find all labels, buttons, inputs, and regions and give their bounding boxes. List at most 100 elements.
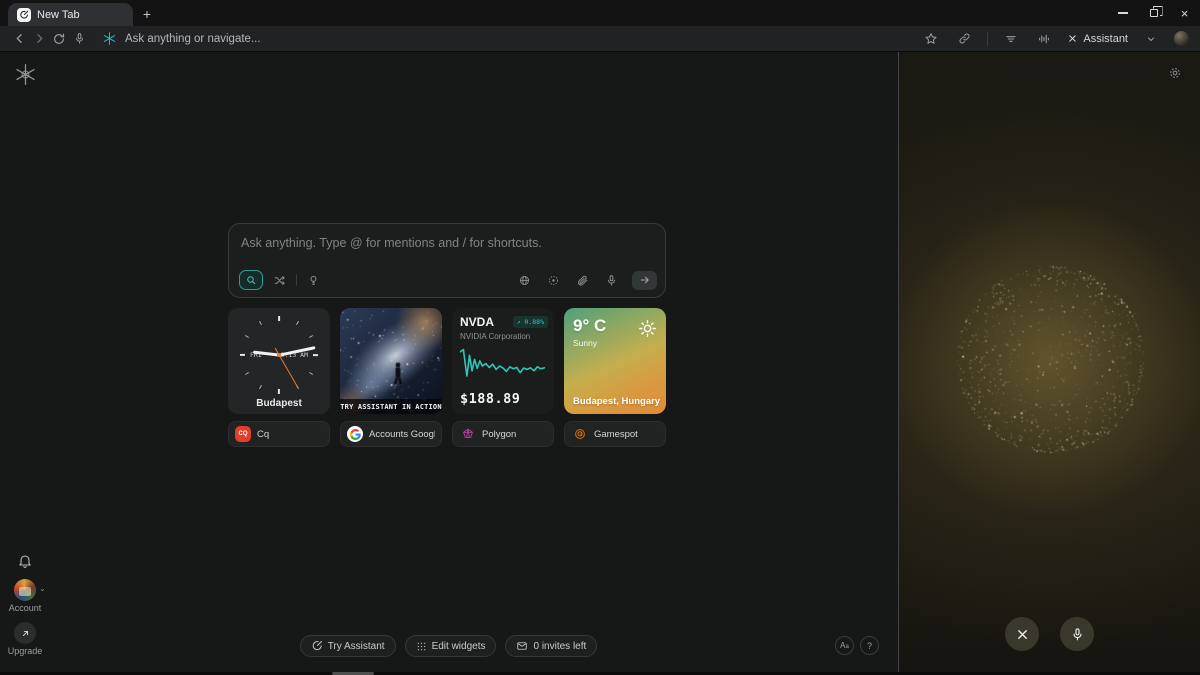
stock-price: $188.89 xyxy=(460,391,520,407)
address-placeholder: Ask anything or navigate... xyxy=(125,33,261,45)
grid-dots-icon xyxy=(416,641,427,652)
browser-toolbar: Ask anything or navigate... Assistant xyxy=(0,26,1200,52)
window-controls: × xyxy=(1107,0,1200,26)
search-icon xyxy=(245,274,257,286)
new-tab-page: FRI 9:13 AM Budapest TRY ASSISTANT IN AC… xyxy=(0,52,897,675)
tab-new-tab[interactable]: New Tab xyxy=(8,3,133,26)
forward-button[interactable] xyxy=(29,29,49,49)
account-label: Account xyxy=(0,603,55,613)
shortcut-label: Cq xyxy=(257,429,269,440)
notifications-bell-button[interactable] xyxy=(17,553,33,574)
invites-label: 0 invites left xyxy=(533,641,586,652)
shuffle-mode-icon[interactable] xyxy=(271,272,288,289)
new-tab-button[interactable]: + xyxy=(137,4,157,24)
gamespot-icon xyxy=(571,426,588,443)
particle-sphere xyxy=(899,52,1200,675)
analog-clock: FRI 9:13 AM xyxy=(237,313,321,397)
weather-location: Budapest, Hungary xyxy=(573,396,660,407)
sun-icon xyxy=(637,318,658,339)
google-icon xyxy=(347,426,363,442)
submit-button[interactable] xyxy=(632,271,657,290)
help-button[interactable]: ? xyxy=(860,636,879,655)
chevron-down-icon[interactable] xyxy=(1141,29,1161,49)
voice-waveform-icon[interactable] xyxy=(1034,29,1054,49)
ask-toolbar xyxy=(239,270,657,290)
assistant-toggle-button[interactable]: Assistant xyxy=(1067,33,1128,45)
reload-button[interactable] xyxy=(49,29,69,49)
globe-icon[interactable] xyxy=(516,272,533,289)
widget-row: FRI 9:13 AM Budapest TRY ASSISTANT IN AC… xyxy=(228,308,666,414)
stock-change-badge: ↗ 0.88% xyxy=(513,316,548,328)
shortcut-label: Gamespot xyxy=(594,429,638,440)
search-mode-button[interactable] xyxy=(239,270,263,290)
comet-brand-logo-icon xyxy=(13,62,38,87)
dashed-globe-icon[interactable] xyxy=(545,272,562,289)
promo-caption: TRY ASSISTANT IN ACTION xyxy=(340,399,442,414)
shortcut-gamespot[interactable]: Gamespot xyxy=(564,421,666,447)
invites-button[interactable]: 0 invites left xyxy=(505,635,597,657)
assistant-promo-widget[interactable]: TRY ASSISTANT IN ACTION xyxy=(340,308,442,414)
bookmark-star-icon[interactable] xyxy=(921,29,941,49)
shortcut-polygon[interactable]: Polygon xyxy=(452,421,554,447)
close-button[interactable]: × xyxy=(1169,0,1200,26)
shortcut-row: CQ Cq Accounts Google Polygon Gamespot xyxy=(228,421,666,447)
copy-link-icon[interactable] xyxy=(954,29,974,49)
settings-gear-icon[interactable] xyxy=(1167,65,1183,86)
ask-box xyxy=(228,223,666,298)
back-button[interactable] xyxy=(9,29,29,49)
weather-widget[interactable]: 9° C Sunny Budapest, Hungary xyxy=(564,308,666,414)
mic-icon[interactable] xyxy=(603,272,620,289)
shortcut-accounts-google[interactable]: Accounts Google xyxy=(340,421,442,447)
tab-title: New Tab xyxy=(37,9,80,21)
account-chevron-icon: ⌄ xyxy=(39,584,46,593)
cq-icon: CQ xyxy=(235,426,251,442)
attachment-icon[interactable] xyxy=(574,272,591,289)
stock-widget[interactable]: NVDA ↗ 0.88% NVIDIA Corporation $188.89 xyxy=(452,308,554,414)
ask-input[interactable] xyxy=(241,236,653,250)
restore-button[interactable] xyxy=(1138,0,1169,26)
browser-window: New Tab + × Ask anything or navigate... … xyxy=(0,0,1200,675)
comet-logo-icon xyxy=(102,31,117,46)
minimize-button[interactable] xyxy=(1107,0,1138,26)
assistant-mic-button[interactable] xyxy=(1060,617,1094,651)
profile-avatar[interactable] xyxy=(1174,31,1189,46)
lightbulb-icon[interactable] xyxy=(305,272,322,289)
ask-tools-right xyxy=(516,271,657,290)
stock-sparkline xyxy=(460,346,546,382)
weather-condition: Sunny xyxy=(573,338,657,348)
assistant-panel xyxy=(898,52,1200,675)
shortcut-label: Polygon xyxy=(482,429,516,440)
account-avatar[interactable] xyxy=(14,579,36,601)
arrow-right-icon xyxy=(639,274,651,286)
close-assistant-button[interactable] xyxy=(1005,617,1039,651)
clock-widget[interactable]: FRI 9:13 AM Budapest xyxy=(228,308,330,414)
address-bar[interactable]: Ask anything or navigate... xyxy=(102,31,261,46)
ask-tools-divider xyxy=(296,274,297,286)
language-button[interactable]: Aa xyxy=(835,636,854,655)
try-assistant-label: Try Assistant xyxy=(328,641,385,652)
language-icon: Aa xyxy=(840,642,849,650)
voice-search-icon[interactable] xyxy=(69,29,89,49)
close-icon: × xyxy=(1181,7,1189,20)
polygon-icon xyxy=(459,426,476,443)
x-icon xyxy=(1015,627,1030,642)
mic-icon xyxy=(1070,627,1085,642)
envelope-icon xyxy=(516,640,528,652)
close-assistant-icon xyxy=(1067,33,1078,44)
footer-actions: Try Assistant Edit widgets 0 invites lef… xyxy=(0,635,897,657)
edit-widgets-label: Edit widgets xyxy=(432,641,486,652)
assistant-controls xyxy=(899,617,1200,651)
assistant-label: Assistant xyxy=(1083,33,1128,45)
footer-mini-buttons: Aa ? xyxy=(835,636,879,655)
comet-favicon-icon xyxy=(17,8,31,22)
toolbar-divider xyxy=(987,32,988,46)
try-assistant-button[interactable]: Try Assistant xyxy=(300,635,396,657)
minimize-icon xyxy=(1118,12,1128,14)
edit-widgets-button[interactable]: Edit widgets xyxy=(405,635,497,657)
reading-list-icon[interactable] xyxy=(1001,29,1021,49)
clock-city-label: Budapest xyxy=(228,398,330,409)
shortcut-cq[interactable]: CQ Cq xyxy=(228,421,330,447)
tab-strip: New Tab + × xyxy=(0,0,1200,26)
toolbar-right: Assistant xyxy=(921,29,1200,49)
restore-icon xyxy=(1150,9,1158,17)
